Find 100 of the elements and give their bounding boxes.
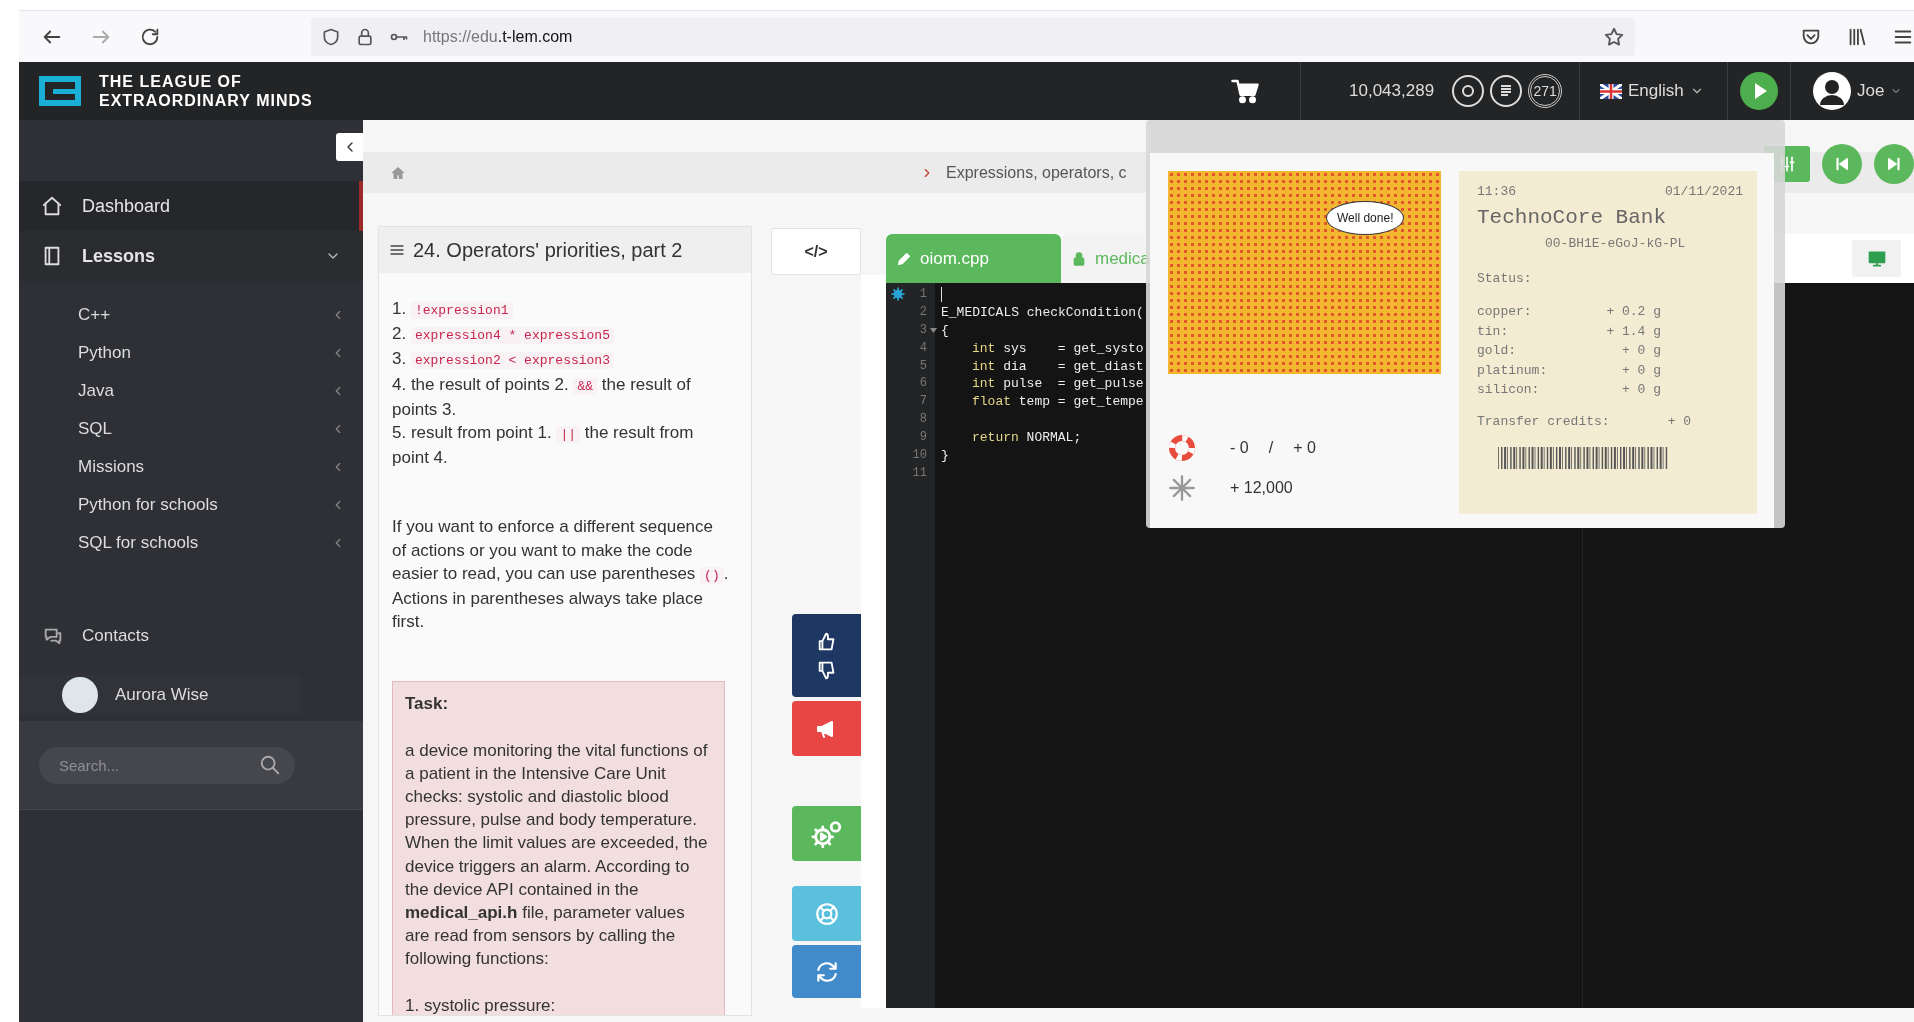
bank-name: TechnoCore Bank	[1477, 206, 1668, 229]
code-line: int pulse = get_pulse	[972, 375, 1144, 394]
language-selector[interactable]: English	[1600, 81, 1704, 101]
separator-text: /	[1268, 439, 1274, 457]
contacts-heading: Contacts	[82, 626, 150, 646]
search-input[interactable]: Search...	[57, 755, 259, 775]
task-text: a device monitoring the vital functions of a patient in the Intensive Care Unit checks: systolic and diastolic blood pressure, pulse and body temperature. When the limit values are exceeded, the device triggers an alarm. According to the device API contained in the medical_api.h file, parameter values are read from sensors by calling the following functions:	[405, 739, 709, 971]
receipt-time: 11:36	[1477, 184, 1516, 199]
rating-button[interactable]	[792, 614, 861, 697]
lives-lost: - 0	[1230, 439, 1249, 457]
lesson-title: 24. Operators' priorities, part 2	[413, 238, 683, 262]
line-number: 1	[919, 286, 927, 303]
home-icon	[41, 195, 63, 217]
monitor-button[interactable]	[1852, 240, 1901, 277]
code-line: {	[941, 321, 949, 340]
list-item: 1. !expression1	[392, 297, 729, 323]
list-item: 3. expression2 < expression3	[392, 347, 729, 373]
resource-amount: + 1.4 g	[1605, 323, 1661, 339]
lifebuoy-icon	[813, 900, 840, 927]
sidebar-subitem[interactable]: SQL	[19, 410, 363, 448]
report-button[interactable]	[792, 701, 861, 756]
previous-button[interactable]	[1822, 144, 1862, 184]
list-item: 4. the result of points 2. && the result of points 3.	[392, 373, 692, 421]
sidebar-subitem[interactable]: Java	[19, 372, 363, 410]
sidebar-item[interactable]: Lessons	[19, 231, 363, 281]
shield-icon	[321, 26, 341, 47]
balance-amount: 10,043,289	[1349, 81, 1435, 101]
user-menu[interactable]: Joe	[1813, 72, 1903, 110]
line-number: 2	[919, 303, 927, 321]
code-line: }	[941, 447, 949, 465]
sparkle-icon	[1168, 474, 1196, 502]
search-bar[interactable]: Search...	[39, 746, 295, 784]
skip-back-icon	[1833, 155, 1851, 173]
resource-name: copper:	[1477, 304, 1533, 320]
logo-text: THE LEAGUE OF EXTRAORDINARY MINDS	[99, 72, 313, 110]
lifebuoy-icon	[1168, 434, 1196, 462]
line-number: 10	[912, 447, 927, 464]
sidebar-subitem[interactable]: Python	[19, 334, 363, 372]
status-label: Status:	[1477, 271, 1533, 286]
flag-icon	[1600, 83, 1622, 99]
lives-gained: + 0	[1293, 439, 1316, 457]
resource-amount: + 0 g	[1621, 362, 1661, 378]
account-number: 00-BH1E-eGoJ-kG-PL	[1545, 236, 1687, 251]
star-icon[interactable]	[1603, 25, 1625, 48]
sidebar-subitem[interactable]: Python for schools	[19, 486, 363, 524]
next-button[interactable]	[1874, 144, 1914, 184]
resource-name: platinum:	[1477, 362, 1549, 378]
play-button[interactable]	[1740, 72, 1778, 110]
address-bar[interactable]: https://edu.t-lem.com	[311, 17, 1635, 56]
speech-bubble: Well done!	[1326, 201, 1405, 235]
resource-amount: + 0 g	[1621, 343, 1661, 359]
skip-forward-icon	[1885, 155, 1903, 173]
lesson-paragraph: If you want to enforce a different sequence of actions or you want to make the code easier to read, you can use parentheses () . Actions in parentheses always take place first.	[392, 516, 729, 634]
resource-name: tin:	[1477, 323, 1510, 339]
code-line: return NORMAL;	[972, 429, 1082, 448]
sidebar-subitem[interactable]: Missions	[19, 448, 363, 486]
receipt-date: 01/11/2021	[1665, 184, 1743, 199]
reset-button[interactable]	[792, 945, 861, 998]
task-step: 1. systolic pressure:	[405, 993, 712, 1015]
line-number: 5	[919, 357, 927, 375]
code-line: float temp = get_tempe	[972, 393, 1144, 412]
line-number: 3	[919, 321, 927, 339]
sidebar-subitem[interactable]: SQL for schools	[19, 524, 363, 562]
reward-amount: + 12,000	[1230, 479, 1293, 497]
credits-amount: + 0	[1667, 413, 1692, 429]
fold-icon[interactable]	[930, 327, 937, 333]
task-title: Task:	[405, 693, 450, 716]
code-line: E_MEDICALS checkCondition(	[941, 303, 1144, 322]
avatar-icon	[1813, 72, 1851, 110]
avatar-icon	[62, 677, 98, 713]
resource-name: silicon:	[1477, 382, 1541, 398]
document-icon	[1490, 75, 1523, 107]
code-line: int dia = get_diast	[972, 357, 1144, 376]
breadcrumb-link[interactable]: Expressions, operators, c	[946, 163, 1127, 182]
lock-icon	[1071, 250, 1087, 267]
line-number: 11	[912, 464, 927, 482]
credits-label: Transfer credits:	[1477, 413, 1610, 429]
logo-icon	[37, 74, 83, 108]
resource-amount: + 0.2 g	[1605, 304, 1661, 320]
lock-icon	[355, 26, 375, 47]
sidebar-item[interactable]: Dashboard	[19, 181, 363, 231]
line-number: 6	[919, 375, 927, 393]
list-item: 5. result from point 1. || the result from point 4.	[392, 422, 695, 470]
line-number: 4	[919, 339, 927, 357]
sidebar-subitem[interactable]: C++	[19, 296, 363, 334]
url-text[interactable]: https://edu.t-lem.com	[423, 27, 573, 46]
coin-icon	[1452, 75, 1485, 107]
code-line: int sys = get_systo	[972, 339, 1144, 358]
code-tab[interactable]: </>	[771, 228, 861, 275]
resource-name: gold:	[1477, 343, 1517, 359]
run-button[interactable]	[792, 806, 861, 861]
pencil-icon	[896, 250, 912, 267]
menu-icon[interactable]	[389, 242, 405, 258]
collapse-button[interactable]	[336, 133, 363, 161]
list-item: 2. expression4 * expression5	[392, 322, 729, 348]
resource-amount: + 0 g	[1621, 382, 1661, 398]
search-icon[interactable]	[259, 754, 281, 776]
line-number: 8	[919, 411, 927, 429]
gear-icon[interactable]	[891, 287, 905, 301]
line-number: 9	[919, 429, 927, 447]
